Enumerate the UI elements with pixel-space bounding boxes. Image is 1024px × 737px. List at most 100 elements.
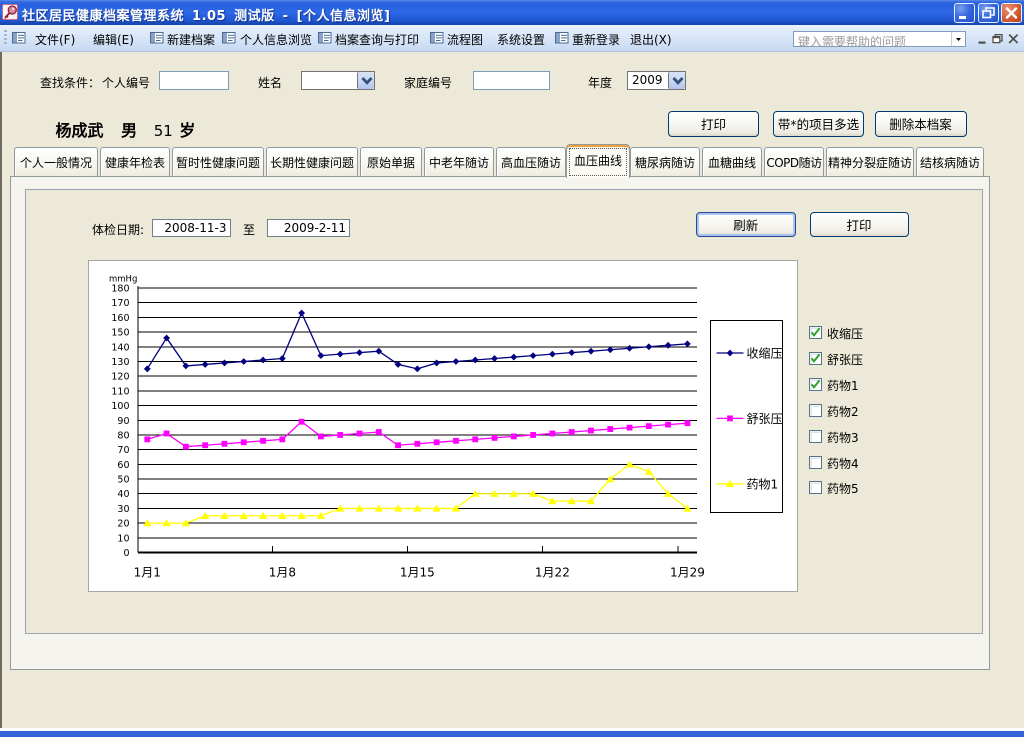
tab-COPD随访[interactable]: COPD随访	[764, 147, 824, 176]
print-record-button[interactable]: 打印	[668, 111, 759, 137]
tab-高血压随访[interactable]: 高血压随访	[496, 147, 566, 176]
delete-record-button[interactable]: 删除本档案	[875, 111, 967, 137]
series-marker-收缩压	[337, 351, 344, 358]
menu-item-系统设置[interactable]: 系统设置	[497, 31, 545, 48]
tab-健康年检表[interactable]: 健康年检表	[100, 147, 170, 176]
y-tick-label: 120	[111, 372, 129, 383]
tab-精神分裂症随访[interactable]: 精神分裂症随访	[826, 147, 914, 176]
tab-focus-rect	[569, 148, 627, 176]
checkbox-label: 药物2	[827, 403, 859, 420]
checkbox-药物2[interactable]	[809, 404, 822, 417]
chevron-down-icon[interactable]	[668, 72, 685, 89]
chevron-down-icon[interactable]	[357, 72, 374, 89]
tab-label: 个人一般情况	[20, 156, 92, 170]
legend-label: 药物1	[747, 477, 779, 491]
x-tick-label: 1月15	[400, 566, 435, 580]
checkbox-舒张压[interactable]	[809, 352, 822, 365]
legend-marker-舒张压	[727, 416, 733, 422]
person-id-input[interactable]	[159, 71, 229, 90]
family-id-input[interactable]	[473, 71, 550, 90]
checkbox-药物5[interactable]	[809, 481, 822, 494]
exam-date-label: 体检日期:	[92, 221, 144, 238]
close-button[interactable]	[1001, 3, 1022, 23]
tab-长期性健康问题[interactable]: 长期性健康问题	[266, 147, 358, 176]
checkbox-label: 药物1	[827, 377, 859, 394]
date-from-input[interactable]	[152, 219, 231, 237]
patient-age-unit: 岁	[179, 121, 195, 140]
tab-label: 长期性健康问题	[270, 156, 354, 170]
y-tick-label: 70	[117, 445, 129, 456]
menu-item-文件[interactable]: 文件(F)	[35, 31, 75, 48]
checkbox-收缩压[interactable]	[809, 326, 822, 339]
tab-结核病随访[interactable]: 结核病随访	[916, 147, 984, 176]
y-tick-label: 80	[117, 430, 129, 441]
chevron-down-icon[interactable]	[951, 32, 965, 46]
year-combobox[interactable]: 2009	[627, 71, 686, 90]
series-marker-收缩压	[530, 352, 537, 359]
mdi-close-button[interactable]	[1007, 32, 1020, 45]
checkbox-药物1[interactable]	[809, 378, 822, 391]
checkbox-药物4[interactable]	[809, 456, 822, 469]
minimize-icon	[955, 4, 974, 22]
tab-血糖曲线[interactable]: 血糖曲线	[702, 147, 762, 176]
series-marker-舒张压	[144, 436, 150, 442]
menu-item-个人信息浏览[interactable]: 个人信息浏览	[240, 31, 312, 48]
print-chart-button[interactable]: 打印	[810, 212, 909, 237]
checkbox-label: 药物5	[827, 480, 859, 497]
tab-个人一般情况[interactable]: 个人一般情况	[14, 147, 98, 176]
checkbox-药物3[interactable]	[809, 430, 822, 443]
tab-label: 高血压随访	[501, 156, 561, 170]
series-marker-舒张压	[627, 425, 633, 431]
blood-pressure-chart: 0102030405060708090100110120130140150160…	[88, 260, 798, 592]
menu-item-退出[interactable]: 退出(X)	[630, 31, 672, 48]
series-marker-舒张压	[337, 432, 343, 438]
toolbar-grip[interactable]	[4, 30, 7, 46]
series-marker-收缩压	[318, 352, 325, 359]
tab-原始单据[interactable]: 原始单据	[360, 147, 422, 176]
name-label: 姓名	[258, 74, 282, 91]
name-combobox[interactable]	[301, 71, 375, 90]
restore-button[interactable]	[978, 3, 999, 23]
window-title: 社区居民健康档案管理系统 1.05 测试版 - [个人信息浏览]	[22, 5, 390, 24]
menu-item-流程图[interactable]: 流程图	[447, 31, 483, 48]
tab-label: 精神分裂症随访	[828, 156, 912, 170]
menu-item-重新登录[interactable]: 重新登录	[572, 31, 620, 48]
patient-summary: 杨成武 男 51 岁	[56, 117, 196, 141]
multi-select-button[interactable]: 带*的项目多选	[773, 111, 864, 137]
tab-label: COPD随访	[766, 156, 821, 170]
y-axis-unit-label: mmHg	[109, 275, 137, 285]
menu-item-档案查询与打印[interactable]: 档案查询与打印	[335, 31, 419, 48]
series-marker-舒张压	[549, 431, 555, 437]
series-marker-舒张压	[241, 439, 247, 445]
menu-form-icon	[318, 32, 332, 44]
y-tick-label: 10	[117, 533, 129, 544]
mdi-restore-button[interactable]	[991, 32, 1004, 45]
series-line-收缩压	[147, 313, 687, 369]
series-marker-舒张压	[607, 426, 613, 432]
tab-血压曲线[interactable]: 血压曲线	[566, 144, 630, 178]
tab-暂时性健康问题[interactable]: 暂时性健康问题	[172, 147, 264, 176]
series-marker-舒张压	[434, 439, 440, 445]
series-marker-舒张压	[357, 431, 363, 437]
search-criteria-label: 查找条件：	[40, 74, 100, 91]
checkbox-label: 舒张压	[827, 351, 863, 368]
menu-item-新建档案[interactable]: 新建档案	[167, 31, 215, 48]
tab-中老年随访[interactable]: 中老年随访	[424, 147, 494, 176]
y-tick-label: 60	[117, 460, 129, 471]
menu-item-编辑[interactable]: 编辑(E)	[93, 31, 134, 48]
mdi-minimize-button[interactable]	[976, 32, 989, 45]
y-tick-label: 90	[117, 416, 129, 427]
minimize-button[interactable]	[954, 3, 975, 23]
date-to-input[interactable]	[267, 219, 350, 237]
series-marker-收缩压	[260, 357, 267, 364]
refresh-button[interactable]: 刷新	[696, 212, 796, 237]
help-search-input[interactable]: 键入需要帮助的问题	[793, 31, 966, 47]
y-tick-label: 160	[111, 313, 129, 324]
patient-age: 51	[154, 122, 173, 140]
series-marker-收缩压	[240, 358, 247, 365]
menu-form-icon	[12, 32, 26, 44]
menu-form-icon	[150, 32, 164, 44]
app-icon	[2, 4, 18, 20]
window-bottom-frame	[0, 731, 1024, 737]
tab-糖尿病随访[interactable]: 糖尿病随访	[630, 147, 700, 176]
